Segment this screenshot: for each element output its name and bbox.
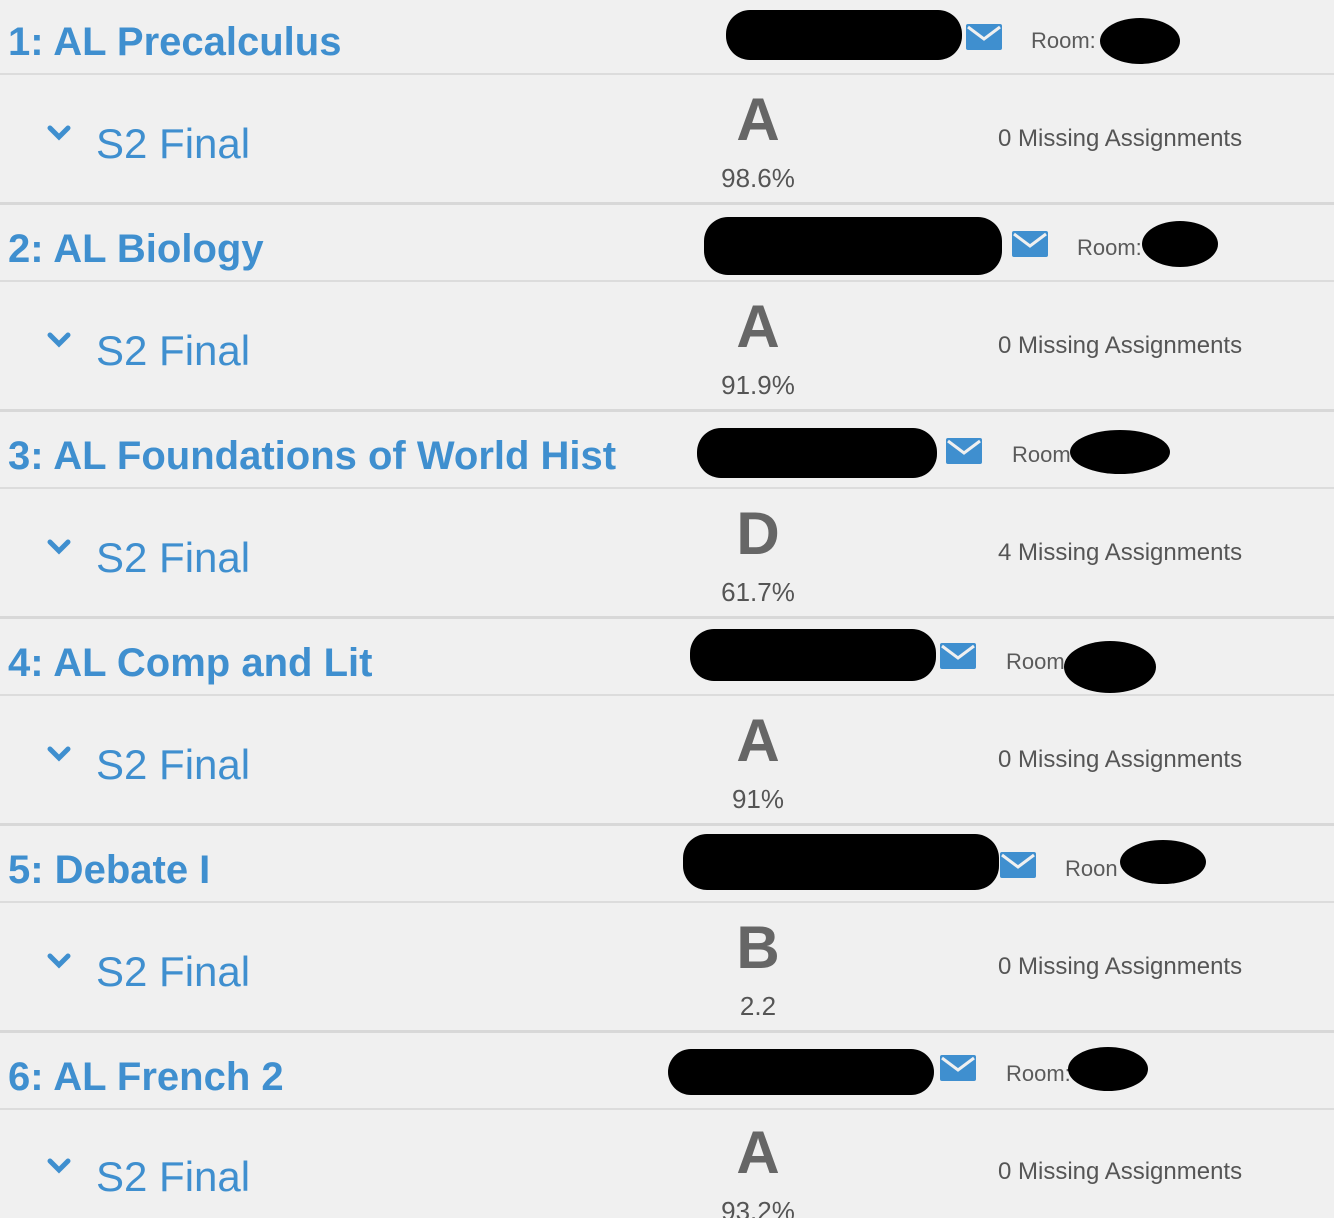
course-item: 5: Debate I Roon S2 Final B 2.2 0 Missin… [0,828,1334,1035]
course-title[interactable]: 6: AL French 2 [8,1053,284,1101]
missing-assignments[interactable]: 0 Missing Assignments [998,953,1242,981]
course-title[interactable]: 4: AL Comp and Lit [8,639,372,687]
course-item: 2: AL Biology Room: S2 Final A 91.9% 0 M… [0,207,1334,414]
chevron-down-icon[interactable] [46,537,72,557]
missing-assignments[interactable]: 0 Missing Assignments [998,1158,1242,1186]
course-header: 4: AL Comp and Lit Room [0,621,1334,696]
room-label: Room: [1006,1061,1071,1086]
grade-score: 2.2 [739,991,777,1021]
room-label: Room: [1031,28,1096,53]
course-header: 2: AL Biology Room: [0,207,1334,282]
grade-score: 93.2% [721,1196,795,1218]
teacher-name-redaction [697,428,937,478]
chevron-down-icon[interactable] [46,123,72,143]
missing-assignments[interactable]: 4 Missing Assignments [998,539,1242,567]
envelope-icon[interactable] [946,438,982,464]
grade-letter: B [736,914,780,981]
term-row[interactable]: S2 Final A 91.9% 0 Missing Assignments [0,282,1334,412]
term-label[interactable]: S2 Final [96,1152,250,1202]
course-item: 1: AL Precalculus Room: S2 Final A 98.6%… [0,0,1334,207]
envelope-icon[interactable] [940,1055,976,1081]
chevron-down-icon[interactable] [46,1156,72,1176]
room-number-redaction [1120,840,1206,884]
course-title[interactable]: 1: AL Precalculus [8,18,341,66]
room-label: Roon [1065,856,1118,881]
course-item: 4: AL Comp and Lit Room S2 Final A 91% 0… [0,621,1334,828]
envelope-icon[interactable] [966,24,1002,50]
term-label[interactable]: S2 Final [96,947,250,997]
teacher-name-redaction [704,217,1002,275]
grade-letter: A [736,293,780,360]
course-item: 3: AL Foundations of World Hist Room S2 … [0,414,1334,621]
course-title[interactable]: 3: AL Foundations of World Hist [8,432,616,480]
teacher-name-redaction [726,10,962,60]
course-header: 3: AL Foundations of World Hist Room [0,414,1334,489]
missing-assignments[interactable]: 0 Missing Assignments [998,746,1242,774]
room-number-redaction [1068,1047,1148,1091]
grade-letter: A [736,707,780,774]
room-number-redaction [1070,430,1170,474]
teacher-name-redaction [668,1049,934,1095]
term-row[interactable]: S2 Final A 93.2% 0 Missing Assignments [0,1110,1334,1218]
course-item: 6: AL French 2 Room: S2 Final A 93.2% 0 … [0,1035,1334,1218]
envelope-icon[interactable] [1000,852,1036,878]
room-number-redaction [1064,641,1156,693]
term-label[interactable]: S2 Final [96,740,250,790]
teacher-name-redaction [690,629,936,681]
missing-assignments[interactable]: 0 Missing Assignments [998,125,1242,153]
room-number-redaction [1142,221,1218,267]
term-row[interactable]: S2 Final A 98.6% 0 Missing Assignments [0,75,1334,205]
grade-score: 61.7% [721,577,795,607]
term-label[interactable]: S2 Final [96,326,250,376]
course-header: 5: Debate I Roon [0,828,1334,903]
grade-score: 91% [731,784,785,814]
grade-score: 91.9% [721,370,795,400]
room-label: Room [1006,649,1065,674]
course-title[interactable]: 2: AL Biology [8,225,264,273]
term-label[interactable]: S2 Final [96,119,250,169]
term-row[interactable]: S2 Final A 91% 0 Missing Assignments [0,696,1334,826]
grade-letter: A [736,86,780,153]
envelope-icon[interactable] [1012,231,1048,257]
course-list: 1: AL Precalculus Room: S2 Final A 98.6%… [0,0,1334,1218]
grade-score: 98.6% [721,163,795,193]
missing-assignments[interactable]: 0 Missing Assignments [998,332,1242,360]
chevron-down-icon[interactable] [46,330,72,350]
teacher-name-redaction [683,834,999,890]
grade-letter: D [736,500,780,567]
room-number-redaction [1100,18,1180,64]
grade-letter: A [736,1119,780,1186]
course-header: 1: AL Precalculus Room: [0,0,1334,75]
envelope-icon[interactable] [940,643,976,669]
chevron-down-icon[interactable] [46,744,72,764]
course-header: 6: AL French 2 Room: [0,1035,1334,1110]
room-label: Room: [1077,235,1142,260]
course-title[interactable]: 5: Debate I [8,846,210,894]
term-row[interactable]: S2 Final D 61.7% 4 Missing Assignments [0,489,1334,619]
term-label[interactable]: S2 Final [96,533,250,583]
term-row[interactable]: S2 Final B 2.2 0 Missing Assignments [0,903,1334,1033]
room-label: Room [1012,442,1071,467]
chevron-down-icon[interactable] [46,951,72,971]
